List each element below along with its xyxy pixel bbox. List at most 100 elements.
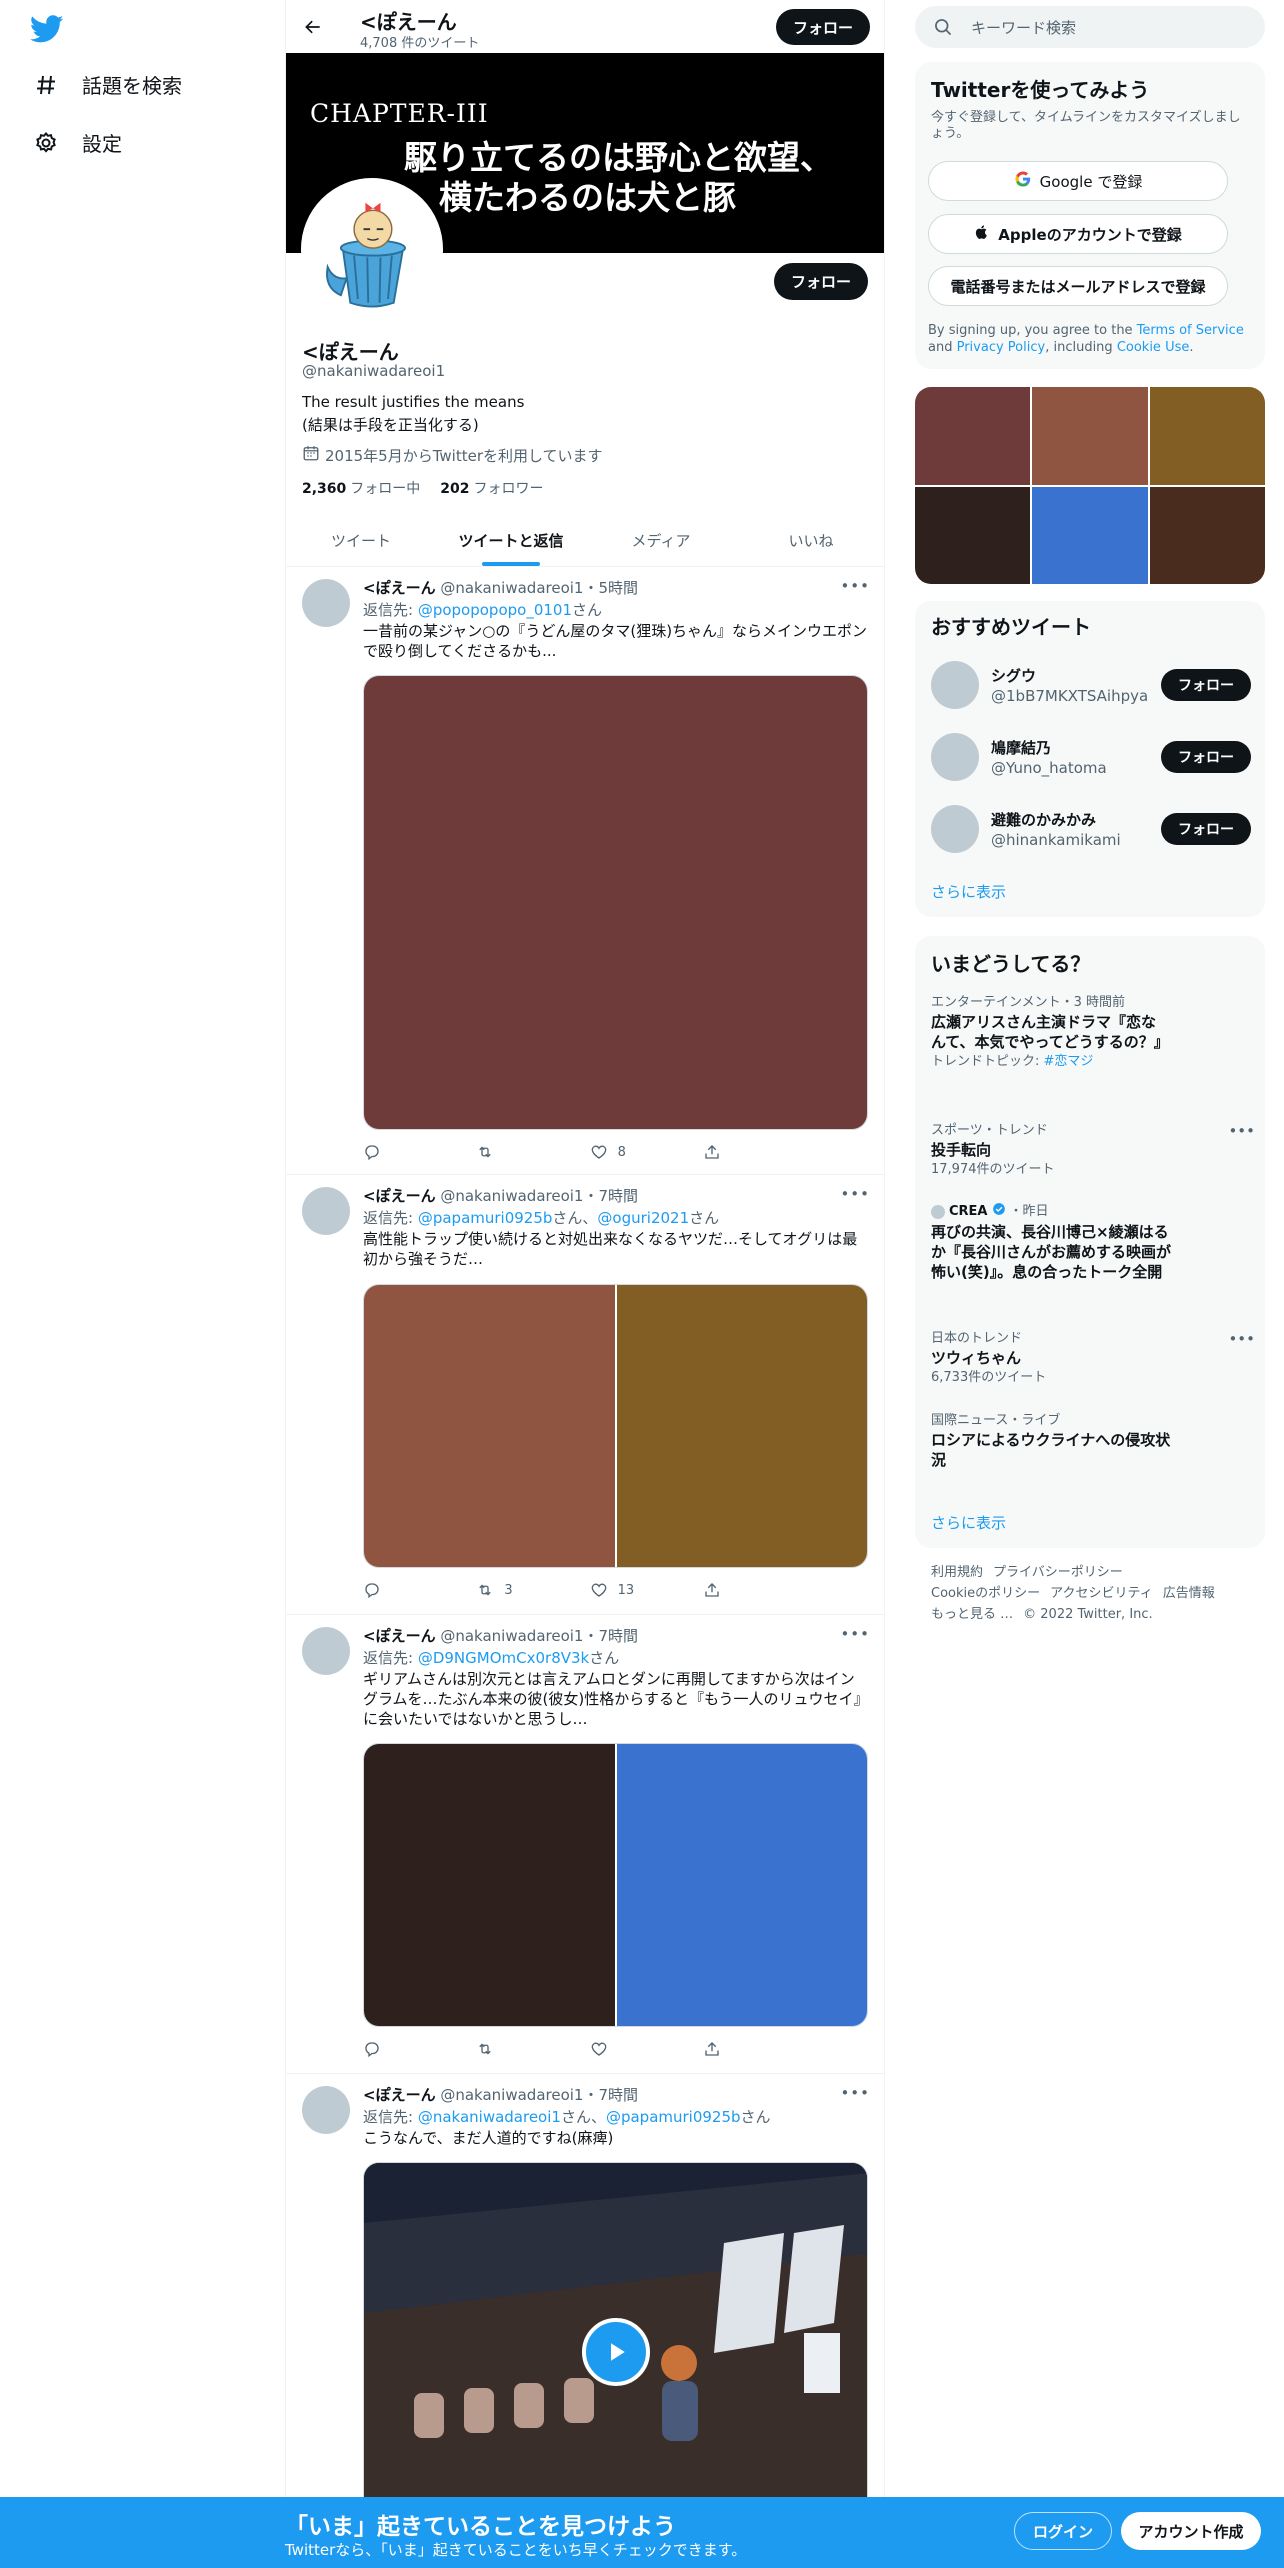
reply-mention[interactable]: @popopopopo_0101 <box>418 601 572 619</box>
profile-follow-button[interactable]: フォロー <box>774 263 868 300</box>
trend-item[interactable]: スポーツ・トレンド 投手転向 17,974件のツイート ••• <box>931 1122 1255 1180</box>
share-button[interactable] <box>703 1143 793 1161</box>
footer-link-accessibility[interactable]: アクセシビリティ <box>1050 1586 1153 1601</box>
cookie-use-link[interactable]: Cookie Use <box>1117 340 1190 355</box>
reply-mention[interactable]: @papamuri0925b <box>606 2108 741 2126</box>
recommended-user[interactable]: シグウ @1bB7MKXTSAihpya フォロー <box>931 659 1251 711</box>
reply-button[interactable] <box>363 1143 453 1161</box>
retweet-button[interactable] <box>476 2040 566 2058</box>
media-grid-image[interactable] <box>1032 387 1148 485</box>
more-options-icon[interactable]: ••• <box>840 577 870 595</box>
user-avatar[interactable] <box>931 661 979 709</box>
more-options-icon[interactable]: ••• <box>840 1625 870 1643</box>
nav-explore[interactable]: 話題を検索 <box>32 70 182 99</box>
share-button[interactable] <box>703 1581 793 1599</box>
create-account-button[interactable]: アカウント作成 <box>1121 2512 1261 2550</box>
tweet-author-name[interactable]: <ぽえーん <box>363 579 436 597</box>
tweet-avatar[interactable] <box>302 1187 350 1235</box>
reply-mention[interactable]: @D9NGMOmCx0r8V3k <box>418 1649 589 1667</box>
like-button[interactable]: 8 <box>590 1143 680 1161</box>
media-grid-image[interactable] <box>915 486 1031 584</box>
privacy-policy-link[interactable]: Privacy Policy <box>957 340 1046 355</box>
media-image[interactable] <box>364 1285 615 1567</box>
tweet-author-name[interactable]: <ぽえーん <box>363 1187 436 1205</box>
tweet-avatar[interactable] <box>302 579 350 627</box>
play-icon[interactable] <box>582 2318 650 2386</box>
apple-signup-button[interactable]: Appleのアカウントで登録 <box>928 214 1228 254</box>
tweet-media[interactable] <box>363 1284 868 1568</box>
user-name[interactable]: 鳩摩結乃 <box>991 737 1051 758</box>
media-grid-image[interactable] <box>1032 486 1148 584</box>
trends-show-more-link[interactable]: さらに表示 <box>931 1512 1006 1533</box>
terms-of-service-link[interactable]: Terms of Service <box>1137 323 1244 338</box>
login-button[interactable]: ログイン <box>1014 2512 1112 2550</box>
footer-link-terms[interactable]: 利用規約 <box>931 1565 983 1580</box>
media-grid-image[interactable] <box>1149 486 1265 584</box>
tab-tweets[interactable]: ツイート <box>286 514 436 566</box>
search-box[interactable]: キーワード検索 <box>915 6 1265 48</box>
tweet-author-name[interactable]: <ぽえーん <box>363 2086 436 2104</box>
more-options-icon[interactable]: ••• <box>840 1185 870 1203</box>
tweet[interactable]: <ぽえーん @nakaniwadareoi1・5時間 ••• 返信先: @pop… <box>286 567 884 1175</box>
tweet[interactable]: <ぽえーん @nakaniwadareoi1・7時間 ••• 返信先: @pap… <box>286 1175 884 1615</box>
follow-button[interactable]: フォロー <box>1161 669 1251 701</box>
recommended-user[interactable]: 鳩摩結乃 @Yuno_hatoma フォロー <box>931 731 1251 783</box>
heart-icon <box>591 1145 607 1159</box>
media-image[interactable] <box>364 1744 615 2026</box>
footer-link-ads[interactable]: 広告情報 <box>1163 1586 1215 1601</box>
tweet[interactable]: <ぽえーん @nakaniwadareoi1・7時間 ••• 返信先: @D9N… <box>286 1615 884 2074</box>
user-name[interactable]: シグウ <box>991 665 1036 686</box>
follow-button[interactable]: フォロー <box>1161 741 1251 773</box>
footer-link-more[interactable]: もっと見る … <box>931 1607 1013 1622</box>
footer-link-cookie[interactable]: Cookieのポリシー <box>931 1586 1040 1601</box>
reply-mention[interactable]: @oguri2021 <box>597 1209 689 1227</box>
more-options-icon[interactable]: ••• <box>840 2084 870 2102</box>
media-grid-image[interactable] <box>915 387 1031 485</box>
back-arrow-icon[interactable] <box>298 12 328 42</box>
media-image[interactable] <box>364 676 867 1129</box>
tweet[interactable]: <ぽえーん @nakaniwadareoi1・7時間 ••• 返信先: @nak… <box>286 2074 884 2568</box>
more-options-icon[interactable]: ••• <box>1228 1330 1255 1348</box>
header-follow-button[interactable]: フォロー <box>776 9 870 45</box>
followers-stat[interactable]: 202 フォロワー <box>440 478 543 498</box>
tab-likes[interactable]: いいね <box>736 514 884 566</box>
like-button[interactable] <box>590 2040 680 2058</box>
recommend-show-more-link[interactable]: さらに表示 <box>931 881 1006 902</box>
follow-button[interactable]: フォロー <box>1161 813 1251 845</box>
trend-item[interactable]: 国際ニュース・ライブ ロシアによるウクライナへの侵攻状況 <box>931 1412 1251 1470</box>
media-grid-image[interactable] <box>1149 387 1265 485</box>
profile-avatar[interactable] <box>301 178 443 320</box>
trend-item[interactable]: 日本のトレンド ツウィちゃん 6,733件のツイート ••• <box>931 1330 1255 1388</box>
trend-item[interactable]: エンターテインメント・3 時間前 広瀬アリスさん主演ドラマ『恋なんて、本気でやっ… <box>931 994 1251 1072</box>
tweet-media[interactable] <box>363 1743 868 2027</box>
user-avatar[interactable] <box>931 805 979 853</box>
retweet-button[interactable]: 3 <box>476 1581 566 1599</box>
trend-hashtag-link[interactable]: #恋マジ <box>1044 1054 1094 1069</box>
recommended-user[interactable]: 避難のかみかみ @hinankamikami フォロー <box>931 803 1251 855</box>
reply-button[interactable] <box>363 1581 453 1599</box>
media-image[interactable] <box>616 1744 867 2026</box>
reply-mention[interactable]: @nakaniwadareoi1 <box>418 2108 561 2126</box>
phone-email-signup-button[interactable]: 電話番号またはメールアドレスで登録 <box>928 266 1228 306</box>
tab-tweets-and-replies[interactable]: ツイートと返信 <box>436 514 586 566</box>
trend-item[interactable]: CREA ・昨日 再びの共演、長谷川博己×綾瀬はるか『長谷川さんがお薦めする映画… <box>931 1202 1251 1282</box>
following-stat[interactable]: 2,360 フォロー中 <box>302 478 420 498</box>
more-options-icon[interactable]: ••• <box>1228 1122 1255 1140</box>
tweet-avatar[interactable] <box>302 2086 350 2134</box>
nav-settings[interactable]: 設定 <box>32 128 122 157</box>
tab-media[interactable]: メディア <box>586 514 736 566</box>
user-name[interactable]: 避難のかみかみ <box>991 809 1096 830</box>
media-image[interactable] <box>616 1285 867 1567</box>
like-button[interactable]: 13 <box>590 1581 680 1599</box>
tweet-avatar[interactable] <box>302 1627 350 1675</box>
twitter-logo-icon[interactable] <box>29 12 66 48</box>
google-signup-button[interactable]: Google で登録 <box>928 161 1228 201</box>
share-button[interactable] <box>703 2040 793 2058</box>
tweet-media[interactable] <box>363 675 868 1130</box>
reply-button[interactable] <box>363 2040 453 2058</box>
user-avatar[interactable] <box>931 733 979 781</box>
reply-mention[interactable]: @papamuri0925b <box>418 1209 553 1227</box>
retweet-button[interactable] <box>476 1143 566 1161</box>
footer-link-privacy[interactable]: プライバシーポリシー <box>993 1565 1123 1580</box>
tweet-author-name[interactable]: <ぽえーん <box>363 1627 436 1645</box>
